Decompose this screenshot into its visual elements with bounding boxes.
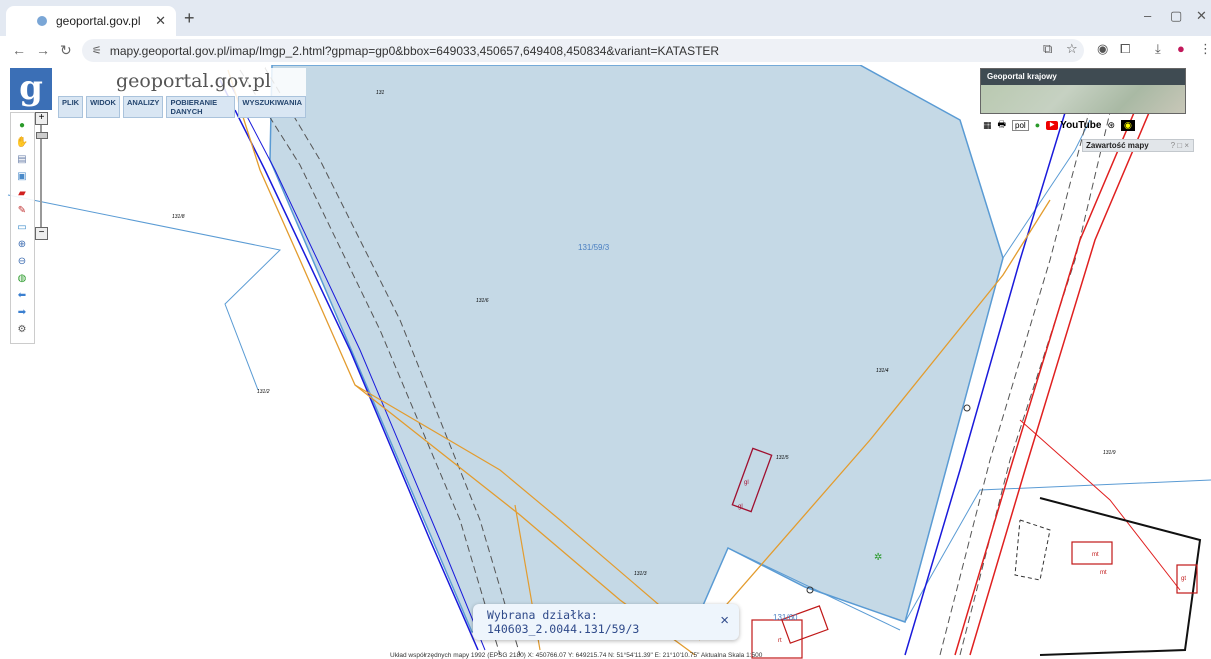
parcel-131-60-label: 131/60 — [773, 613, 798, 622]
building-small — [780, 605, 829, 644]
browser-menu-icon[interactable]: ⋮ — [1199, 41, 1211, 57]
menu-pobieranie-danych[interactable]: POBIERANIE DANYCH — [166, 96, 236, 118]
zoom-slider[interactable]: + − — [35, 112, 48, 242]
building-outline-dashed — [1014, 519, 1051, 581]
youtube-play-icon: ▶ — [1046, 120, 1059, 130]
profile-avatar-icon[interactable]: ● — [1177, 41, 1185, 56]
building-outline — [1039, 497, 1202, 656]
url-field[interactable]: ⚟ mapy.geoportal.gov.pl/imap/Imgp_2.html… — [82, 39, 1084, 62]
zoom-out-icon[interactable]: ⊖ — [15, 255, 29, 269]
status-bar: Układ współrzędnych mapy 1992 (EPSG 2180… — [390, 652, 763, 659]
download-icon[interactable]: ⤓ — [1155, 41, 1161, 57]
new-tab-icon[interactable]: + — [184, 8, 195, 29]
measure-area-icon[interactable]: ▰ — [15, 187, 29, 201]
layers-icon[interactable]: ▤ — [15, 153, 29, 167]
selected-parcel-label: 131/59/3 — [578, 243, 610, 252]
green-star-marker: ✲ — [874, 552, 882, 563]
geoportal-header: g geoportal.gov.pl PLIK WIDOK ANALIZY PO… — [10, 68, 306, 118]
app-title: geoportal.gov.pl — [116, 70, 271, 92]
extensions-puzzle-icon[interactable]: ⧠ — [1120, 41, 1130, 57]
tab-close-icon[interactable]: ✕ — [155, 13, 166, 29]
red-power-line — [954, 74, 1151, 656]
selected-parcel-131-59-3 — [269, 65, 1004, 633]
map-point-marker — [963, 404, 971, 412]
youtube-link[interactable]: ▶ YouTube — [1046, 120, 1101, 131]
site-info-icon[interactable]: ⚟ — [92, 44, 102, 57]
address-bar: ← → ↻ ⚟ mapy.geoportal.gov.pl/imap/Imgp_… — [0, 36, 1211, 66]
accessibility-icon[interactable]: ⊛ — [1107, 120, 1115, 131]
language-select[interactable]: pol — [1012, 119, 1029, 131]
next-view-icon[interactable]: ➡ — [15, 306, 29, 320]
parcel-number-label: 131/3 — [634, 571, 647, 577]
top-right-tools: ▦ 🖶 pol ● ▶ YouTube ⊛ ◉ — [983, 118, 1135, 132]
minimap-title: Geoportal krajowy — [981, 69, 1185, 85]
previous-view-icon[interactable]: ⬅ — [15, 289, 29, 303]
close-window-icon[interactable]: ✕ — [1196, 8, 1207, 24]
help-icon[interactable]: ● — [1035, 120, 1040, 130]
map-contents-panel[interactable]: Zawartość mapy ? □ × — [1082, 139, 1194, 152]
parcel-boundary-line — [7, 194, 282, 391]
bookmark-star-icon[interactable]: ☆ — [1066, 41, 1078, 57]
info-icon[interactable]: ● — [15, 119, 29, 133]
building-label: gl — [738, 504, 743, 510]
geoportal-logo[interactable]: g — [10, 68, 52, 110]
menu-widok[interactable]: WIDOK — [86, 96, 120, 118]
zoom-minus-button[interactable]: − — [35, 227, 48, 240]
map-toolbar: ● ✋ ▤ ▣ ▰ ✎ ▭ ⊕ ⊖ ◍ ⬅ ➡ ⚙ — [10, 112, 35, 344]
building-label: mt — [1092, 552, 1099, 558]
zoom-thumb[interactable] — [36, 132, 48, 139]
parcel-number-label: 131/2 — [257, 389, 270, 395]
popup-close-icon[interactable]: × — [720, 612, 729, 629]
building-label: gt — [1181, 576, 1186, 582]
reload-icon[interactable]: ↻ — [60, 42, 72, 59]
selected-parcel-text: Wybrana działka: 140603_2.0044.131/59/3 — [487, 608, 640, 636]
parcel-number-label: 131/6 — [476, 298, 489, 304]
extension-icon[interactable]: ◉ — [1097, 41, 1108, 57]
pan-hand-icon[interactable]: ✋ — [15, 136, 29, 150]
map-contents-title: Zawartość mapy — [1086, 141, 1149, 150]
minimap-image[interactable] — [981, 85, 1185, 113]
main-menu: PLIK WIDOK ANALIZY POBIERANIE DANYCH WYS… — [58, 96, 306, 118]
menu-analizy[interactable]: ANALIZY — [122, 96, 164, 118]
forward-icon[interactable]: → — [36, 42, 50, 58]
zoom-plus-button[interactable]: + — [35, 112, 48, 125]
zoom-in-icon[interactable]: ⊕ — [15, 238, 29, 252]
map-canvas[interactable]: ✲ 131/59/3 131/60 131 131/8 131/6 131/4 … — [0, 65, 1211, 659]
parcel-number-label: 131 — [376, 90, 385, 96]
select-area-icon[interactable]: ▣ — [15, 170, 29, 184]
building-label: rt — [778, 638, 782, 644]
print-icon[interactable]: ▦ — [983, 120, 992, 131]
dashed-road-line — [959, 69, 1121, 656]
install-app-icon[interactable]: ⧉ — [1043, 41, 1052, 57]
browser-tab-bar: ⌄ geoportal.gov.pl ✕ + – ▢ ✕ — [0, 0, 1211, 36]
building-label: mt — [1100, 570, 1107, 576]
ruler-icon[interactable]: ▭ — [15, 221, 29, 235]
minimize-icon[interactable]: – — [1144, 8, 1151, 23]
menu-wyszukiwania[interactable]: WYSZUKIWANIA — [238, 96, 306, 118]
back-icon[interactable]: ← — [12, 42, 26, 58]
zoom-track[interactable] — [40, 125, 42, 227]
selected-parcel-popup: Wybrana działka: 140603_2.0044.131/59/3 … — [473, 604, 739, 640]
draw-pencil-icon[interactable]: ✎ — [15, 204, 29, 218]
parcel-number-label: 131/8 — [172, 214, 185, 220]
tab-title: geoportal.gov.pl — [56, 14, 141, 28]
menu-plik[interactable]: PLIK — [58, 96, 84, 118]
parcel-number-label: 131/5 — [776, 455, 789, 461]
parcel-number-label: 131/9 — [1103, 450, 1116, 456]
geoportal-favicon-icon — [36, 15, 48, 27]
save-icon[interactable]: 🖶 — [998, 117, 1007, 133]
parcel-boundary-line — [1002, 119, 1091, 259]
browser-tab[interactable]: geoportal.gov.pl ✕ — [6, 6, 176, 36]
restore-icon[interactable]: ▢ — [1170, 8, 1182, 24]
parcel-number-label: 131/4 — [876, 368, 889, 374]
building-label: gl — [744, 480, 749, 486]
contrast-icon[interactable]: ◉ — [1120, 119, 1135, 131]
url-text: mapy.geoportal.gov.pl/imap/Imgp_2.html?g… — [109, 43, 720, 58]
cadastral-map: ✲ 131/59/3 131/60 131 131/8 131/6 131/4 … — [7, 65, 1211, 659]
panel-buttons[interactable]: ? □ × — [1171, 140, 1189, 151]
full-extent-icon[interactable]: ◍ — [15, 272, 29, 286]
settings-icon[interactable]: ⚙ — [15, 323, 29, 337]
overview-minimap[interactable]: Geoportal krajowy — [980, 68, 1186, 114]
